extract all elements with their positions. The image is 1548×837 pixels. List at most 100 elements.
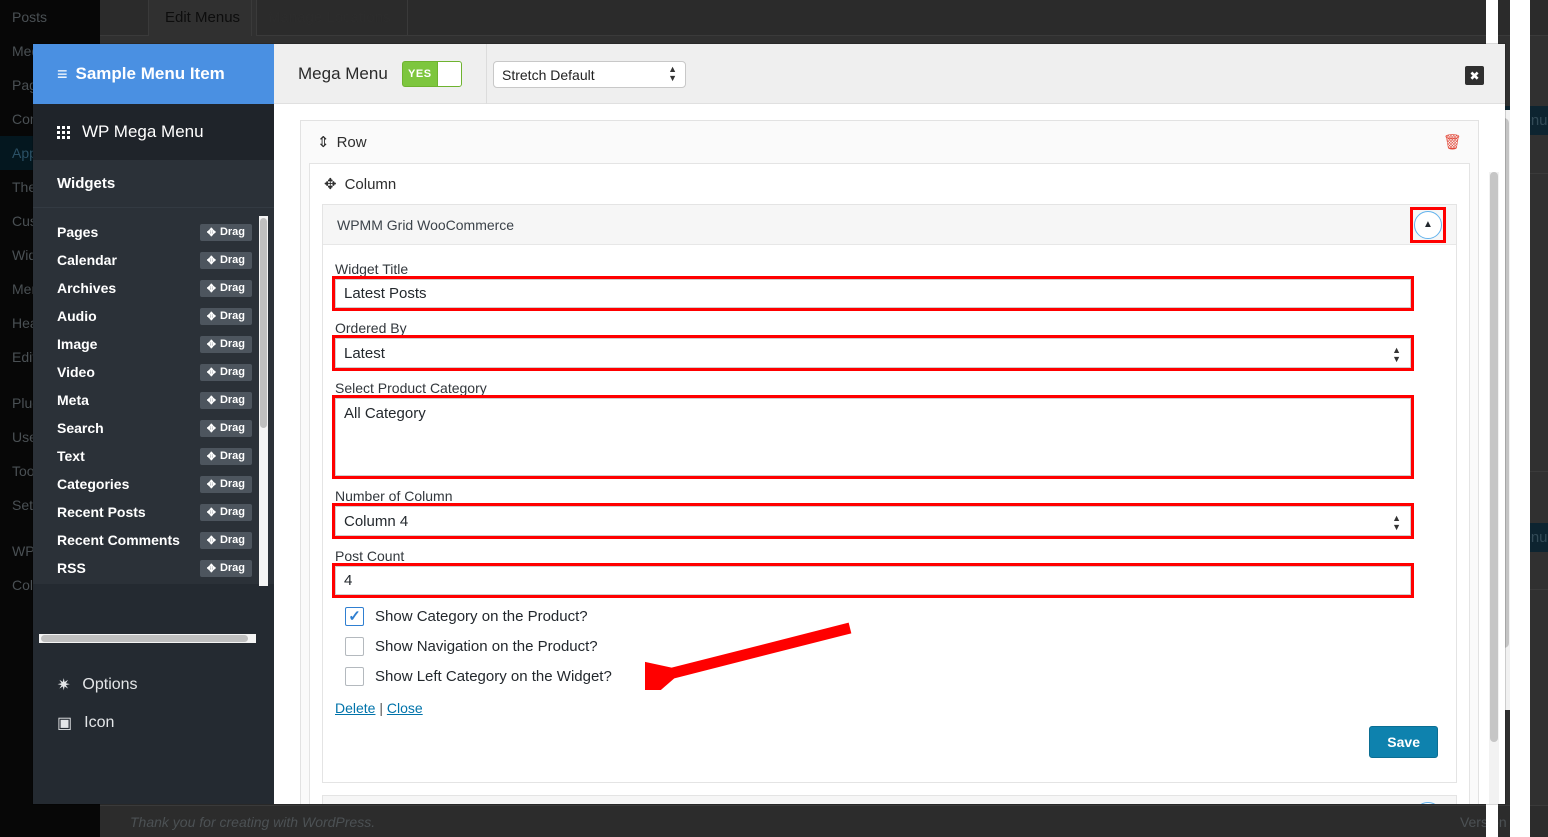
drag-handle[interactable]: ✥ Drag	[199, 503, 252, 521]
sidebar-item-options[interactable]: ✷ Options	[33, 666, 274, 704]
sidebar-widget-text[interactable]: Text ✥ Drag	[33, 442, 274, 470]
product-category-listbox[interactable]: All Category	[332, 395, 1414, 479]
row-label: Row	[336, 133, 367, 151]
content-scroll-area: ⇕ Row 🗑 ✥ Column WPMM Grid WooCommerce ▲…	[274, 104, 1505, 804]
drag-handle[interactable]: ✥ Drag	[199, 279, 252, 297]
column-label: Column	[344, 175, 397, 193]
close-link[interactable]: Close	[387, 700, 423, 716]
drag-handle[interactable]: ✥ Drag	[199, 307, 252, 325]
drag-handle[interactable]: ✥ Drag	[199, 559, 252, 577]
gear-icon: ✷	[57, 677, 71, 694]
drag-handle[interactable]: ✥ Drag	[199, 251, 252, 269]
chevron-up-icon[interactable]: ▲	[1414, 210, 1442, 239]
close-icon[interactable]: ✖	[1465, 66, 1484, 85]
show-navigation-label: Show Navigation on the Product?	[375, 638, 598, 655]
menu-item-title-tab[interactable]: ≡ Sample Menu Item	[33, 44, 274, 104]
delete-link[interactable]: Delete	[335, 700, 375, 716]
mega-menu-toggle-knob	[436, 62, 461, 86]
mega-menu-toggle[interactable]: YES	[401, 61, 462, 87]
sidebar-widget-categories[interactable]: Categories ✥ Drag	[33, 470, 274, 498]
drag-handle[interactable]: ✥ Drag	[199, 447, 252, 465]
widget-box-grid-posts: WPMM Grid Posts ▼	[322, 795, 1457, 804]
ordered-by-wrapper: Latest ▲ ▼	[332, 335, 1414, 371]
widget-label: Video	[57, 364, 95, 380]
sidebar-widget-archives[interactable]: Archives ✥ Drag	[33, 274, 274, 302]
ordered-by-select[interactable]: Latest	[332, 335, 1414, 371]
drag-label: Drag	[219, 506, 245, 518]
sidebar-widget-search[interactable]: Search ✥ Drag	[33, 414, 274, 442]
move-icon: ✥	[206, 282, 216, 295]
number-of-column-select[interactable]: Column 4	[332, 503, 1414, 539]
sidebar-hscrollbar-thumb[interactable]	[41, 635, 248, 642]
drag-handle[interactable]: ✥ Drag	[199, 419, 252, 437]
drag-label: Drag	[219, 534, 245, 546]
footer-credit-prefix: Thank you for creating with	[130, 814, 302, 830]
sidebar-scrollbar-thumb[interactable]	[260, 218, 267, 428]
drag-handle[interactable]: ✥ Drag	[199, 391, 252, 409]
wp-admin-footer: Thank you for creating with WordPress. V…	[100, 805, 1548, 837]
widget-label: Text	[57, 448, 85, 464]
row-panel: ⇕ Row 🗑 ✥ Column WPMM Grid WooCommerce ▲…	[300, 120, 1479, 804]
show-navigation-checkbox[interactable]	[345, 637, 364, 656]
drag-label: Drag	[219, 338, 245, 350]
drag-handle[interactable]: ✥ Drag	[199, 223, 252, 241]
widget-label: Recent Posts	[57, 504, 146, 520]
widget-header[interactable]: WPMM Grid WooCommerce ▲	[323, 205, 1456, 245]
footer-credit: Thank you for creating with WordPress.	[130, 814, 375, 830]
widget-body: Widget Title Ordered By Latest ▲▼ Select…	[323, 245, 1456, 782]
widget-label: Archives	[57, 280, 117, 296]
column-header: ✥ Column	[310, 164, 1469, 204]
move-icon: ✥	[206, 338, 216, 351]
post-count-input[interactable]	[332, 563, 1414, 598]
widget-title-input[interactable]	[332, 276, 1414, 311]
mega-menu-toggle-group: Mega Menu YES	[274, 44, 487, 104]
save-button[interactable]: Save	[1369, 726, 1438, 758]
widget-header-grid-posts[interactable]: WPMM Grid Posts ▼	[323, 796, 1456, 804]
drag-label: Drag	[219, 422, 245, 434]
updown-arrows-icon[interactable]: ⇕	[317, 133, 330, 151]
content-scrollbar-track[interactable]	[1489, 172, 1499, 804]
sidebar-widget-rss[interactable]: RSS ✥ Drag	[33, 554, 274, 582]
move-icon[interactable]: ✥	[324, 175, 337, 193]
widget-label: RSS	[57, 560, 86, 576]
show-category-checkbox[interactable]	[345, 607, 364, 626]
drag-label: Drag	[219, 450, 245, 462]
sidebar-widget-image[interactable]: Image ✥ Drag	[33, 330, 274, 358]
modal-sidebar: WP Mega Menu Widgets Pages ✥ Drag Calenda…	[33, 104, 285, 804]
sidebar-widget-recent-posts[interactable]: Recent Posts ✥ Drag	[33, 498, 274, 526]
sidebar-widget-calendar[interactable]: Calendar ✥ Drag	[33, 246, 274, 274]
drag-handle[interactable]: ✥ Drag	[199, 363, 252, 381]
checkbox-row-show-navigation: Show Navigation on the Product?	[345, 637, 1444, 656]
chevron-down-icon[interactable]: ▼	[1414, 801, 1442, 804]
show-left-category-checkbox[interactable]	[345, 667, 364, 686]
checkbox-row-show-category: Show Category on the Product?	[345, 607, 1444, 626]
show-left-category-label: Show Left Category on the Widget?	[375, 668, 612, 685]
tab-edit-menus[interactable]: Edit Menus	[148, 0, 258, 36]
trash-icon[interactable]: 🗑	[1443, 133, 1462, 151]
stretch-select[interactable]: Stretch Default	[493, 61, 686, 88]
content-scrollbar-thumb[interactable]	[1490, 172, 1498, 742]
sidebar-scrollbar-track[interactable]	[259, 216, 268, 586]
sidebar-widget-pages[interactable]: Pages ✥ Drag	[33, 218, 274, 246]
wordpress-link[interactable]: WordPress	[302, 814, 371, 830]
drag-handle[interactable]: ✥ Drag	[199, 531, 252, 549]
ordered-by-label: Ordered By	[335, 320, 407, 336]
sidebar-widget-recent-comments[interactable]: Recent Comments ✥ Drag	[33, 526, 274, 554]
collapse-highlight: ▲	[1410, 206, 1446, 243]
number-of-column-wrapper: Column 4 ▲ ▼	[332, 503, 1414, 539]
sidebar-item-icon[interactable]: ▣ Icon	[33, 704, 274, 742]
cube-icon: ▣	[57, 715, 73, 732]
show-category-label: Show Category on the Product?	[375, 608, 588, 625]
drag-label: Drag	[219, 366, 245, 378]
drag-label: Drag	[219, 562, 245, 574]
sidebar-widget-meta[interactable]: Meta ✥ Drag	[33, 386, 274, 414]
sidebar-widget-audio[interactable]: Audio ✥ Drag	[33, 302, 274, 330]
row-header: ⇕ Row 🗑	[301, 121, 1478, 163]
drag-handle[interactable]: ✥ Drag	[199, 335, 252, 353]
widget-label: Search	[57, 420, 104, 436]
drag-handle[interactable]: ✥ Drag	[199, 475, 252, 493]
sidebar-hscrollbar-track[interactable]	[39, 634, 256, 643]
sidebar-widget-video[interactable]: Video ✥ Drag	[33, 358, 274, 386]
wp-menu-item-posts[interactable]: Posts	[0, 0, 100, 34]
tab-manage-locations[interactable]: Manage Locations	[251, 0, 408, 36]
